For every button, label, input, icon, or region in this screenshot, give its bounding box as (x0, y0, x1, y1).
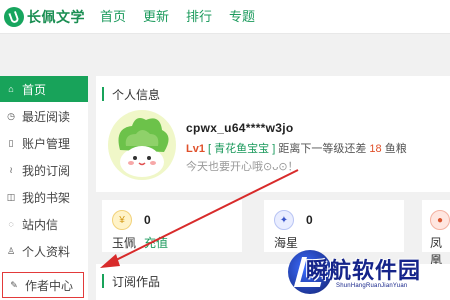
pen-icon: ✎ (10, 279, 18, 290)
sidebar-item-author-center[interactable]: ✎ 作者中心 (2, 272, 84, 298)
sidebar-item-label: 个人资料 (22, 244, 71, 259)
phoenix-card: ● 凤凰 (422, 200, 450, 267)
clock-icon: ◷ (7, 110, 15, 121)
logo-text: 长佩文学 (27, 9, 85, 25)
home-icon: ⌂ (8, 84, 14, 94)
nav-rankings[interactable]: 排行 (186, 8, 212, 25)
starfish-value: 0 (306, 213, 313, 227)
sidebar-item-messages[interactable]: ◌ 站内信 (0, 211, 88, 237)
phoenix-icon: ● (430, 210, 450, 230)
section-accent-bar (102, 274, 104, 288)
changpei-logo-icon (4, 7, 24, 27)
sidebar-item-label: 最近阅读 (22, 109, 71, 124)
level-info: Lv1 [ 青花鱼宝宝 ] 距离下一等级还差 18 鱼粮 (186, 140, 407, 156)
starfish-icon: ✦ (274, 210, 294, 230)
watermark-title: 瞬航软件园 (306, 258, 422, 283)
sidebar-item-recent-reading[interactable]: ◷ 最近阅读 (0, 103, 88, 129)
level-rank: [ 青花鱼宝宝 ] (208, 143, 276, 155)
user-icon: ♙ (6, 245, 16, 256)
sidebar-item-profile[interactable]: ♙ 个人资料 (0, 238, 88, 264)
site-logo[interactable]: 长佩文学 (4, 7, 85, 27)
nav-updates[interactable]: 更新 (143, 8, 169, 25)
sidebar-item-home[interactable]: ⌂ 首页 (0, 76, 88, 102)
main-nav: 首页 更新 排行 专题 (100, 8, 272, 25)
section-accent-bar (102, 87, 104, 101)
profile-section-title: 个人信息 (102, 86, 160, 102)
sidebar: ⌂ 首页 ◷ 最近阅读 ▯ 账户管理 ≀ 我的订阅 ◫ 我的书架 ◌ 站内信 ♙… (0, 76, 88, 300)
jade-value: 0 (144, 213, 151, 227)
watermark-subtitle: ShunHangRuanJianYuan (336, 283, 408, 289)
recharge-link[interactable]: 充值 (144, 234, 168, 251)
next-level-value: 18 (369, 143, 382, 155)
starfish-label: 海星 (274, 236, 299, 250)
jade-card: ¥ 0 玉佩 充值 (102, 200, 242, 252)
sidebar-item-label: 我的订阅 (22, 163, 71, 178)
cabbage-avatar-icon (118, 118, 169, 177)
level-badge: Lv1 (186, 143, 205, 155)
rss-icon: ≀ (9, 164, 13, 175)
subscriptions-section-title: 订阅作品 (102, 273, 160, 289)
bookshelf-icon: ◫ (6, 191, 16, 202)
sidebar-item-label: 作者中心 (25, 278, 74, 293)
sidebar-item-account[interactable]: ▯ 账户管理 (0, 130, 88, 156)
document-icon: ▯ (8, 137, 14, 148)
watermark: 瞬航软件园 ShunHangRuanJianYuan (288, 250, 438, 296)
avatar[interactable] (108, 110, 176, 180)
sidebar-item-bookshelf[interactable]: ◫ 我的书架 (0, 184, 88, 210)
sidebar-item-label: 账户管理 (22, 136, 71, 151)
user-motto: 今天也要开心哦⊙ᴗ⊙！ (186, 161, 299, 173)
jade-icon: ¥ (112, 210, 132, 230)
section-title-text: 个人信息 (112, 87, 161, 102)
sidebar-item-label: 我的书架 (22, 190, 71, 205)
username: cpwx_u64****w3jo (186, 121, 294, 135)
sidebar-item-label: 首页 (22, 82, 47, 97)
message-icon: ◌ (8, 219, 14, 229)
next-level-prefix: 距离下一等级还差 (278, 143, 367, 155)
top-navigation-bar: 长佩文学 首页 更新 排行 专题 (0, 0, 450, 34)
nav-topics[interactable]: 专题 (229, 8, 255, 25)
section-title-text: 订阅作品 (112, 274, 161, 289)
jade-label: 玉佩 (112, 236, 137, 250)
sidebar-item-subscriptions[interactable]: ≀ 我的订阅 (0, 157, 88, 183)
sidebar-item-label: 站内信 (22, 217, 59, 232)
nav-home[interactable]: 首页 (100, 8, 126, 25)
next-level-unit: 鱼粮 (384, 143, 407, 155)
starfish-card: ✦ 0 海星 (264, 200, 404, 252)
